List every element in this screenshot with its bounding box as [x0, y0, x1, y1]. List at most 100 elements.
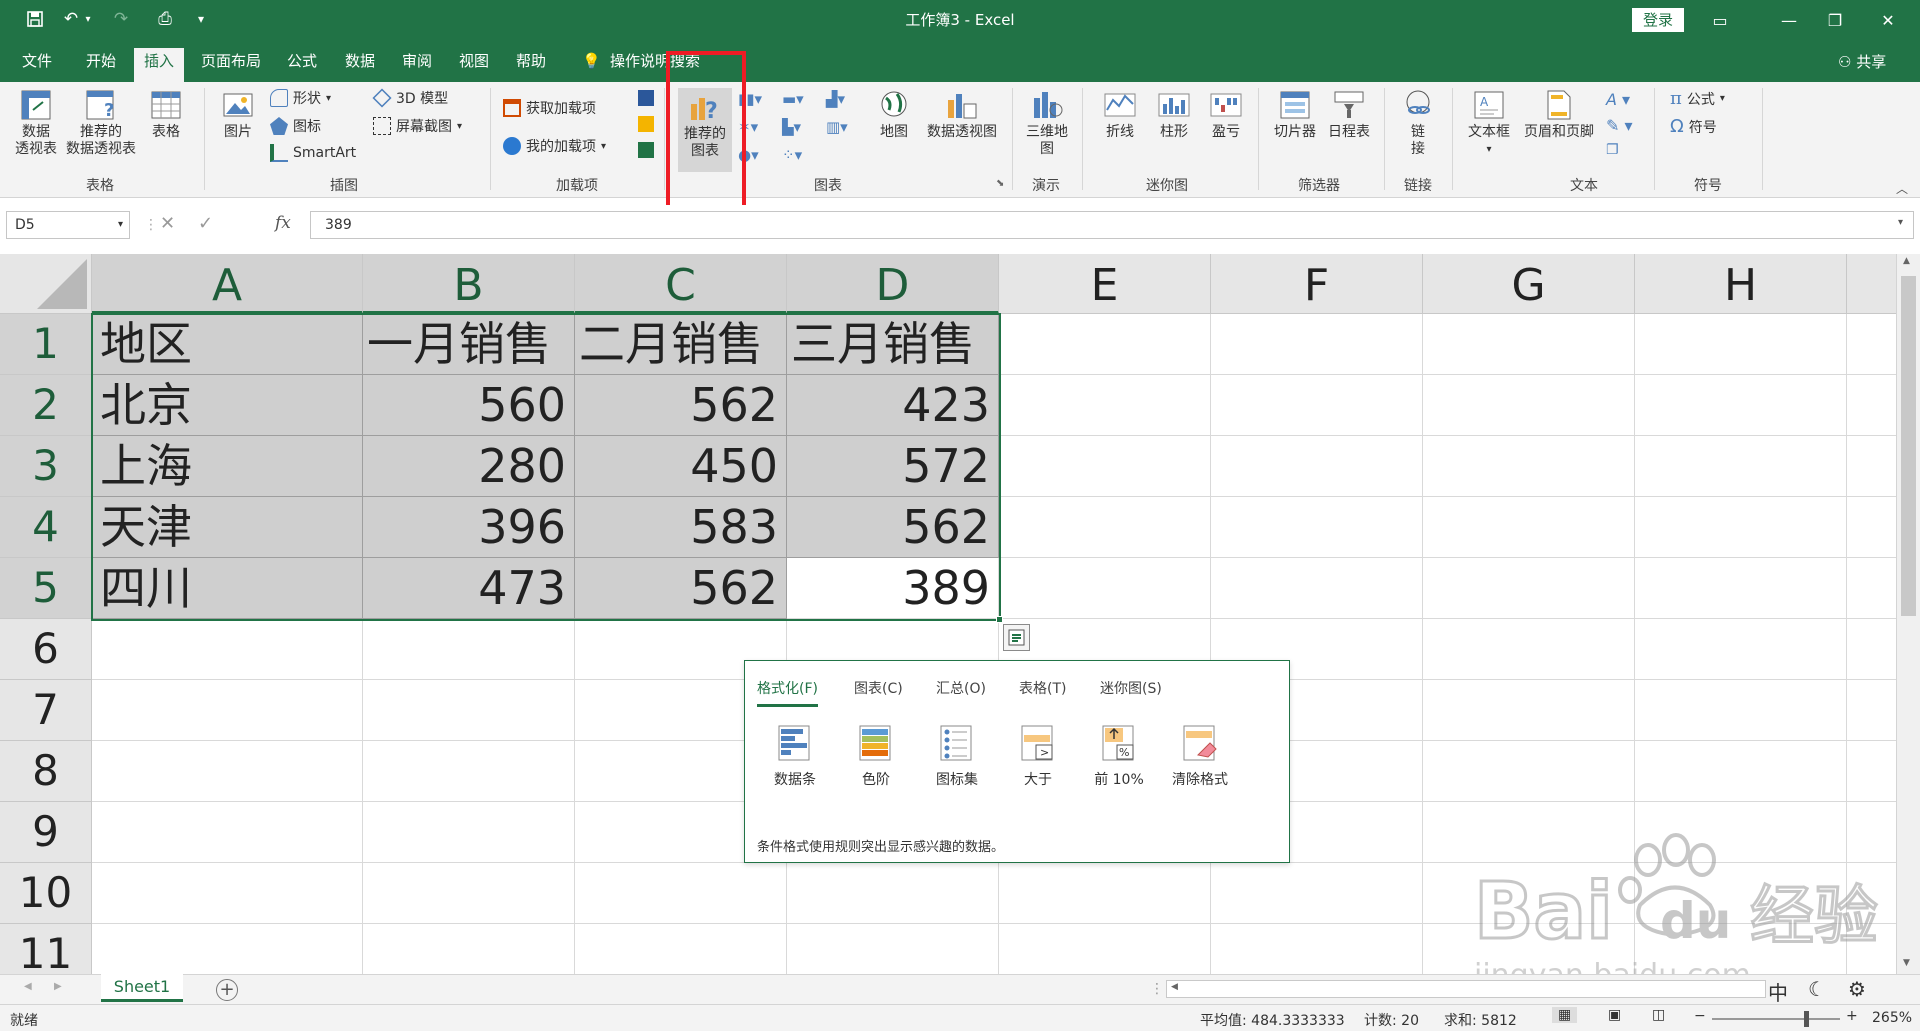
- waterfall-chart-icon[interactable]: ▟▾: [826, 90, 845, 108]
- insert-function-button[interactable]: fx: [275, 213, 291, 233]
- tab-home[interactable]: 开始: [82, 50, 120, 82]
- pivot-table-button[interactable]: 数据 透视表: [10, 88, 62, 158]
- qa-data-bars[interactable]: 数据条: [760, 723, 830, 789]
- sparkline-winloss-button[interactable]: 盈亏: [1202, 88, 1250, 141]
- row-header[interactable]: 7: [0, 680, 92, 741]
- normal-view-icon[interactable]: ▦: [1552, 1007, 1578, 1023]
- cell-D2[interactable]: 423: [787, 375, 999, 436]
- sheet-scroll-left-icon[interactable]: ◀: [24, 981, 32, 992]
- sparkline-column-button[interactable]: 柱形: [1150, 88, 1198, 141]
- cell-A2[interactable]: 北京: [92, 375, 363, 436]
- qa-tab-charts[interactable]: 图表(C): [854, 678, 903, 698]
- slicer-button[interactable]: 切片器: [1270, 88, 1320, 141]
- qa-tab-tables[interactable]: 表格(T): [1019, 678, 1066, 698]
- column-header[interactable]: B: [363, 254, 575, 314]
- tab-file[interactable]: 文件: [18, 50, 56, 82]
- icons-button[interactable]: 图标: [270, 116, 321, 136]
- combo-chart-icon[interactable]: ▥▾: [826, 118, 848, 136]
- fill-handle[interactable]: [996, 616, 1003, 623]
- select-all-corner[interactable]: [0, 254, 92, 314]
- scroll-down-icon[interactable]: ▼: [1903, 958, 1910, 968]
- tab-data[interactable]: 数据: [341, 50, 379, 82]
- column-header[interactable]: F: [1211, 254, 1423, 314]
- row-header[interactable]: 8: [0, 741, 92, 802]
- timeline-button[interactable]: 日程表: [1324, 88, 1374, 141]
- cell-B2[interactable]: 560: [363, 375, 575, 436]
- cell-C3[interactable]: 450: [575, 436, 787, 497]
- vertical-scroll-thumb[interactable]: [1901, 276, 1916, 616]
- 3d-models-button[interactable]: 3D 模型: [372, 88, 448, 108]
- cell-C4[interactable]: 583: [575, 497, 787, 558]
- scroll-left-icon[interactable]: ◀: [1171, 982, 1178, 992]
- save-icon[interactable]: [20, 7, 50, 31]
- add-sheet-button[interactable]: +: [216, 979, 238, 1001]
- cell-D4[interactable]: 562: [787, 497, 999, 558]
- tab-help[interactable]: 帮助: [512, 50, 550, 82]
- column-header[interactable]: A: [92, 254, 363, 314]
- print-preview-icon[interactable]: ⎙: [150, 7, 180, 31]
- scroll-up-icon[interactable]: ▲: [1903, 256, 1910, 266]
- tab-page-layout[interactable]: 页面布局: [197, 50, 265, 82]
- cell-A4[interactable]: 天津: [92, 497, 363, 558]
- cell-D5-active[interactable]: 389: [787, 558, 999, 619]
- get-addins-button[interactable]: 获取加载项: [503, 98, 596, 118]
- cell-D1[interactable]: 三月销售: [787, 314, 999, 375]
- page-break-view-icon[interactable]: ◫: [1652, 1007, 1665, 1023]
- dialog-launcher-icon[interactable]: ⬊: [996, 178, 1004, 189]
- page-layout-view-icon[interactable]: ▣: [1608, 1007, 1621, 1023]
- moon-icon[interactable]: ☾: [1808, 977, 1826, 1001]
- pivot-chart-button[interactable]: 数据透视图: [922, 88, 1002, 141]
- zoom-in-icon[interactable]: +: [1846, 1008, 1858, 1024]
- undo-dropdown-icon[interactable]: ▾: [80, 7, 96, 31]
- qa-tab-sparklines[interactable]: 迷你图(S): [1100, 678, 1162, 698]
- row-header[interactable]: 6: [0, 619, 92, 680]
- row-header[interactable]: 4: [0, 497, 92, 558]
- wordart-icon[interactable]: A ▾: [1606, 90, 1630, 109]
- sheet-tab-sheet1[interactable]: Sheet1: [101, 974, 183, 1002]
- link-button[interactable]: 链 接: [1394, 88, 1442, 158]
- object-icon[interactable]: ❐: [1606, 142, 1619, 158]
- signature-line-icon[interactable]: ✎ ▾: [1606, 116, 1633, 135]
- equation-button[interactable]: π 公式 ▾: [1670, 88, 1725, 109]
- minimize-icon[interactable]: —: [1766, 0, 1812, 40]
- qa-top-10[interactable]: % 前 10%: [1084, 723, 1154, 789]
- collapse-ribbon-icon[interactable]: ︿: [1896, 180, 1908, 197]
- cell-C5[interactable]: 562: [575, 558, 787, 619]
- row-header[interactable]: 1: [0, 314, 92, 375]
- cell-B4[interactable]: 396: [363, 497, 575, 558]
- input-method-icon[interactable]: 中: [1768, 977, 1788, 1006]
- table-button[interactable]: 表格: [144, 88, 188, 141]
- cell-B3[interactable]: 280: [363, 436, 575, 497]
- column-header[interactable]: H: [1635, 254, 1847, 314]
- cell-D3[interactable]: 572: [787, 436, 999, 497]
- cell-C1[interactable]: 二月销售: [575, 314, 787, 375]
- qa-tab-totals[interactable]: 汇总(O): [936, 678, 986, 698]
- cell-A5[interactable]: 四川: [92, 558, 363, 619]
- smartart-button[interactable]: SmartArt: [270, 144, 356, 162]
- row-header[interactable]: 9: [0, 802, 92, 863]
- sheet-scroll-right-icon[interactable]: ▶: [54, 981, 62, 992]
- qa-tab-formatting[interactable]: 格式化(F): [757, 678, 818, 707]
- enter-icon[interactable]: ✓: [198, 213, 213, 234]
- vertical-scrollbar[interactable]: ▲ ▼: [1896, 254, 1920, 974]
- cell-A3[interactable]: 上海: [92, 436, 363, 497]
- symbol-button[interactable]: Ω 符号: [1670, 116, 1717, 137]
- visio-icon[interactable]: [638, 90, 654, 106]
- my-addins-button[interactable]: 我的加载项 ▾: [503, 136, 606, 156]
- restore-icon[interactable]: ❐: [1812, 0, 1858, 40]
- tab-review[interactable]: 审阅: [398, 50, 436, 82]
- header-footer-button[interactable]: 页眉和页脚: [1520, 88, 1598, 141]
- scatter-chart-icon[interactable]: ⁘▾: [782, 146, 802, 164]
- row-header[interactable]: 2: [0, 375, 92, 436]
- qa-color-scale[interactable]: 色阶: [841, 723, 911, 789]
- 3d-map-button[interactable]: 三维地 图: [1020, 88, 1074, 158]
- recommended-pivot-button[interactable]: ? 推荐的 数据透视表: [64, 88, 138, 158]
- qa-icon-set[interactable]: 图标集: [922, 723, 992, 789]
- formula-input[interactable]: 389: [310, 211, 1914, 239]
- zoom-out-icon[interactable]: −: [1694, 1008, 1706, 1024]
- people-graph-icon[interactable]: [638, 142, 654, 158]
- bing-icon[interactable]: [638, 116, 654, 132]
- tab-formulas[interactable]: 公式: [283, 50, 321, 82]
- horizontal-scrollbar[interactable]: ◀: [1166, 980, 1766, 998]
- screenshot-button[interactable]: 屏幕截图 ▾: [373, 116, 462, 136]
